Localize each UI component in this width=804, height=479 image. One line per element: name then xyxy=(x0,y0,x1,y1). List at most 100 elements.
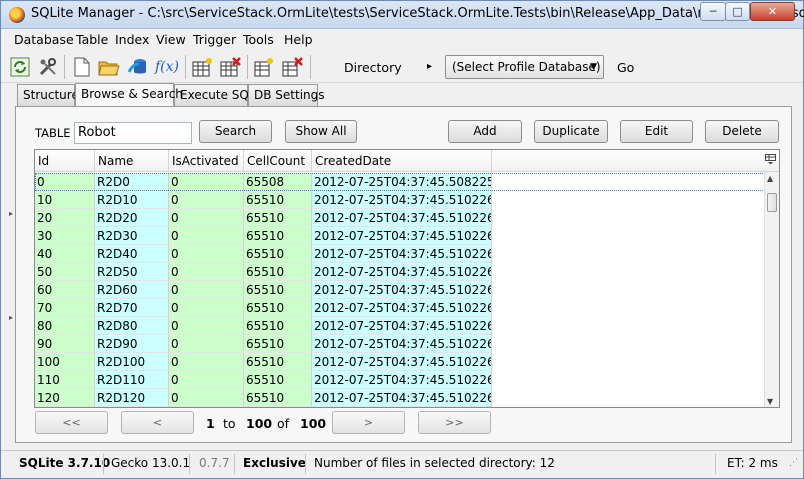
close-button[interactable]: ✕ xyxy=(750,2,795,21)
cell-cellcount[interactable]: 65508 xyxy=(244,173,312,191)
cell-cellcount[interactable]: 65510 xyxy=(244,299,312,317)
cell-cellcount[interactable]: 65510 xyxy=(244,353,312,371)
delete-button[interactable]: Delete xyxy=(705,120,779,143)
cell-id[interactable]: 110 xyxy=(35,371,95,389)
cell-cellcount[interactable]: 65510 xyxy=(244,317,312,335)
cell-id[interactable]: 90 xyxy=(35,335,95,353)
table-row[interactable]: 120 R2D120 0 65510 2012-07-25T04:37:45.51022… xyxy=(35,389,765,407)
search-button[interactable]: Search xyxy=(199,120,272,143)
minimize-button[interactable]: ─ xyxy=(700,2,726,21)
add-button[interactable]: Add xyxy=(448,120,522,143)
table-row[interactable]: 70 R2D70 0 65510 2012-07-25T04:37:45.5102261… xyxy=(35,299,765,317)
scrollbar-thumb[interactable] xyxy=(767,193,777,212)
table-row[interactable]: 50 R2D50 0 65510 2012-07-25T04:37:45.5102261… xyxy=(35,263,765,281)
cell-name[interactable]: R2D90 xyxy=(95,335,169,353)
cell-isactivated[interactable]: 0 xyxy=(169,227,244,245)
cell-id[interactable]: 130 xyxy=(35,407,95,408)
menu-view[interactable]: View xyxy=(156,32,186,47)
cell-cellcount[interactable]: 65510 xyxy=(244,281,312,299)
connect-database-icon[interactable] xyxy=(125,54,151,80)
menu-database[interactable]: Database xyxy=(14,32,74,47)
cell-name[interactable]: R2D130 xyxy=(95,407,169,408)
cell-name[interactable]: R2D0 xyxy=(95,173,169,191)
cell-cellcount[interactable]: 65510 xyxy=(244,389,312,407)
create-table-icon[interactable] xyxy=(189,54,215,80)
last-page-button[interactable]: >> xyxy=(418,411,491,434)
cell-name[interactable]: R2D30 xyxy=(95,227,169,245)
menu-trigger[interactable]: Trigger xyxy=(193,32,236,47)
table-row[interactable]: 80 R2D80 0 65510 2012-07-25T04:37:45.5102261… xyxy=(35,317,765,335)
drop-table-icon[interactable] xyxy=(217,54,243,80)
data-grid[interactable]: Id Name IsActivated CellCount CreatedDat… xyxy=(34,149,780,408)
cell-createddate[interactable]: 2012-07-25T04:37:45.5102261Z xyxy=(312,317,492,335)
cell-isactivated[interactable]: 0 xyxy=(169,245,244,263)
splitter-grip-icon[interactable]: ▸ xyxy=(9,209,13,218)
tab-execute-sql[interactable]: Execute SQL xyxy=(174,84,256,106)
show-all-button[interactable]: Show All xyxy=(285,120,357,143)
refresh-icon[interactable] xyxy=(7,54,33,80)
cell-createddate[interactable]: 2012-07-25T04:37:45.5102261Z xyxy=(312,389,492,407)
cell-isactivated[interactable]: 0 xyxy=(169,209,244,227)
cell-name[interactable]: R2D10 xyxy=(95,191,169,209)
cell-id[interactable]: 100 xyxy=(35,353,95,371)
open-database-icon[interactable] xyxy=(96,54,122,80)
cell-name[interactable]: R2D110 xyxy=(95,371,169,389)
cell-createddate[interactable]: 2012-07-25T04:37:45.5102261Z xyxy=(312,263,492,281)
table-row[interactable]: 60 R2D60 0 65510 2012-07-25T04:37:45.5102261… xyxy=(35,281,765,299)
cell-isactivated[interactable]: 0 xyxy=(169,389,244,407)
column-header-id[interactable]: Id xyxy=(35,150,95,172)
next-page-button[interactable]: > xyxy=(332,411,405,434)
cell-createddate[interactable]: 2012-07-25T04:37:45.5102261Z xyxy=(312,227,492,245)
cell-cellcount[interactable]: 65510 xyxy=(244,335,312,353)
cell-name[interactable]: R2D20 xyxy=(95,209,169,227)
cell-isactivated[interactable]: 0 xyxy=(169,281,244,299)
table-row[interactable]: 100 R2D100 0 65510 2012-07-25T04:37:45.51022… xyxy=(35,353,765,371)
menu-table[interactable]: Table xyxy=(76,32,108,47)
menu-tools[interactable]: Tools xyxy=(243,32,274,47)
tab-browse-search[interactable]: Browse & Search xyxy=(75,83,183,106)
table-row[interactable]: 20 R2D20 0 65510 2012-07-25T04:37:45.5102261… xyxy=(35,209,765,227)
cell-createddate[interactable]: 2012-07-25T04:37:45.5102261Z xyxy=(312,407,492,408)
cell-name[interactable]: R2D80 xyxy=(95,317,169,335)
cell-id[interactable]: 30 xyxy=(35,227,95,245)
drop-index-icon[interactable] xyxy=(279,54,305,80)
resize-grip-icon[interactable]: ⋰ xyxy=(789,451,798,479)
cell-cellcount[interactable]: 65510 xyxy=(244,227,312,245)
first-page-button[interactable]: << xyxy=(35,411,108,434)
menu-help[interactable]: Help xyxy=(284,32,313,47)
cell-createddate[interactable]: 2012-07-25T04:37:45.5102261Z xyxy=(312,209,492,227)
cell-name[interactable]: R2D70 xyxy=(95,299,169,317)
cell-id[interactable]: 0 xyxy=(35,173,95,191)
table-row[interactable]: 90 R2D90 0 65510 2012-07-25T04:37:45.5102261… xyxy=(35,335,765,353)
previous-page-button[interactable]: < xyxy=(121,411,194,434)
cell-createddate[interactable]: 2012-07-25T04:37:45.5102261Z xyxy=(312,245,492,263)
menu-index[interactable]: Index xyxy=(115,32,149,47)
cell-id[interactable]: 50 xyxy=(35,263,95,281)
maximize-button[interactable]: □ xyxy=(725,2,750,21)
cell-id[interactable]: 70 xyxy=(35,299,95,317)
cell-isactivated[interactable]: 0 xyxy=(169,263,244,281)
cell-createddate[interactable]: 2012-07-25T04:37:45.5102261Z xyxy=(312,191,492,209)
go-button[interactable]: Go xyxy=(617,60,634,75)
profile-database-select[interactable]: (Select Profile Database) ▼ xyxy=(445,55,604,79)
cell-id[interactable]: 40 xyxy=(35,245,95,263)
table-row[interactable]: 130R2D1300655102012-07-25T04:37:45.51022… xyxy=(35,407,765,408)
cell-name[interactable]: R2D50 xyxy=(95,263,169,281)
cell-id[interactable]: 80 xyxy=(35,317,95,335)
function-icon[interactable]: f(x) xyxy=(153,54,181,80)
table-row[interactable]: 40 R2D40 0 65510 2012-07-25T04:37:45.5102261… xyxy=(35,245,765,263)
cell-createddate[interactable]: 2012-07-25T04:37:45.5102261Z xyxy=(312,335,492,353)
cell-isactivated[interactable]: 0 xyxy=(169,173,244,191)
cell-id[interactable]: 20 xyxy=(35,209,95,227)
cell-createddate[interactable]: 2012-07-25T04:37:45.5102261Z xyxy=(312,281,492,299)
table-row[interactable]: 110 R2D110 0 65510 2012-07-25T04:37:45.51022… xyxy=(35,371,765,389)
cell-cellcount[interactable]: 65510 xyxy=(244,371,312,389)
cell-cellcount[interactable]: 65510 xyxy=(244,209,312,227)
column-picker-icon[interactable] xyxy=(765,154,776,165)
cell-createddate[interactable]: 2012-07-25T04:37:45.5082259Z xyxy=(312,173,492,191)
cell-cellcount[interactable]: 65510 xyxy=(244,245,312,263)
cell-id[interactable]: 10 xyxy=(35,191,95,209)
vertical-scrollbar[interactable]: ▲ ▼ xyxy=(764,172,779,407)
directory-label[interactable]: Directory xyxy=(344,60,402,75)
cell-createddate[interactable]: 2012-07-25T04:37:45.5102261Z xyxy=(312,299,492,317)
